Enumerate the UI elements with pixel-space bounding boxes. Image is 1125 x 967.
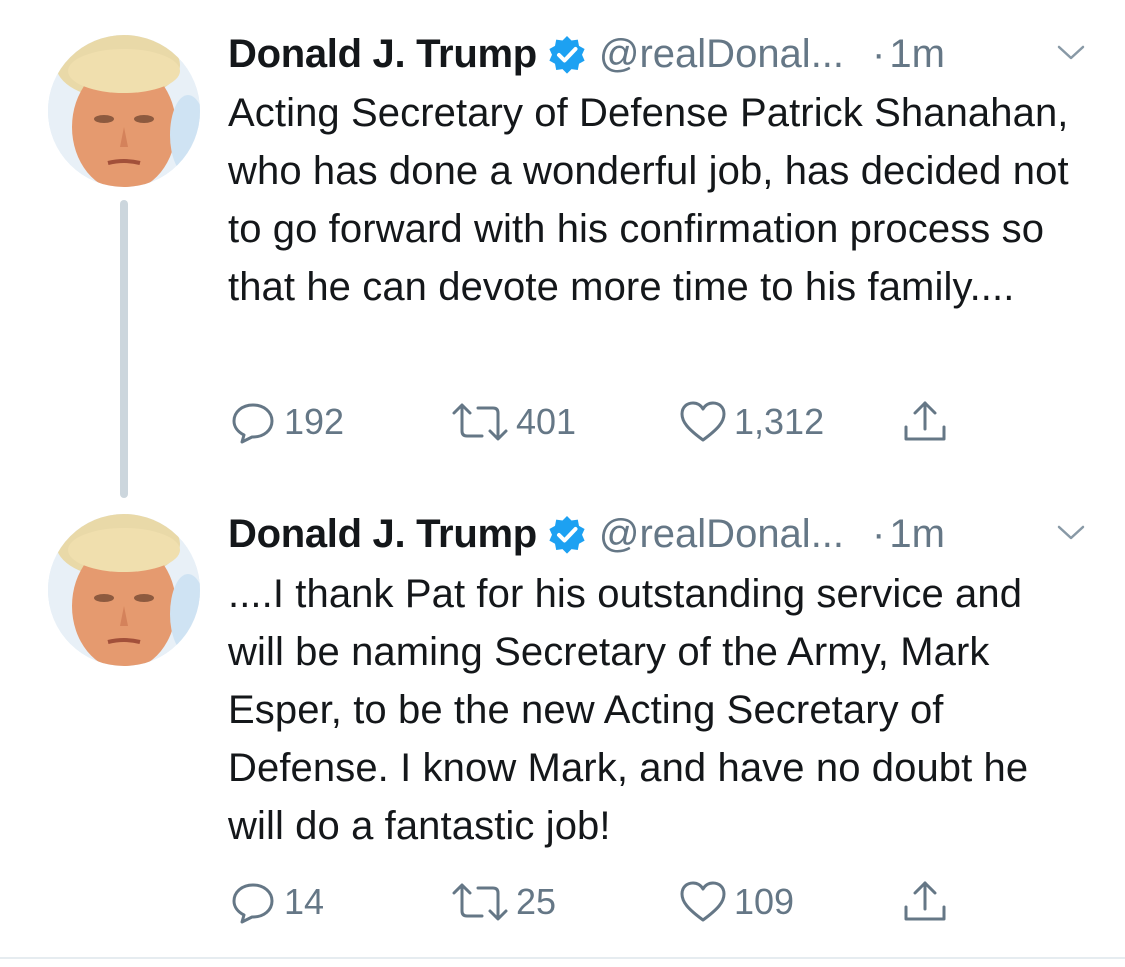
tweet-actions: 192 401 1,312 [228, 392, 968, 452]
author-name[interactable]: Donald J. Trump [228, 512, 537, 557]
like-count: 1,312 [734, 401, 825, 442]
divider [0, 957, 1125, 959]
verified-badge-icon [547, 34, 587, 74]
heart-icon [680, 881, 726, 922]
like-button[interactable]: 109 [678, 872, 794, 932]
separator-dot: · [872, 511, 886, 556]
retweet-button[interactable]: 25 [450, 872, 556, 932]
share-icon [904, 881, 946, 921]
retweet-icon [452, 403, 508, 441]
retweet-button[interactable]: 401 [450, 392, 576, 452]
tweet-header: Donald J. Trump @realDonal... · 1m [228, 28, 1088, 80]
tweet[interactable]: Donald J. Trump @realDonal... · 1m ....I… [0, 480, 1125, 967]
tweet[interactable]: Donald J. Trump @realDonal... · 1m Actin… [0, 0, 1125, 480]
author-handle[interactable]: @realDonal... [599, 32, 844, 77]
avatar[interactable] [48, 514, 200, 666]
reply-count: 192 [284, 401, 345, 442]
timestamp[interactable]: 1m [889, 32, 945, 77]
reply-icon [232, 883, 274, 924]
reply-icon [232, 403, 274, 444]
author-handle[interactable]: @realDonal... [599, 512, 844, 557]
verified-badge-icon [547, 514, 587, 554]
tweet-header: Donald J. Trump @realDonal... · 1m [228, 508, 1088, 560]
retweet-count: 401 [516, 401, 577, 442]
reply-count: 14 [284, 881, 325, 922]
retweet-icon [452, 883, 508, 921]
tweet-text: Acting Secretary of Defense Patrick Shan… [228, 91, 1069, 309]
tweet-text: ....I thank Pat for his outstanding serv… [228, 572, 1029, 848]
share-icon [904, 401, 946, 441]
reply-button[interactable]: 14 [228, 872, 324, 932]
author-name[interactable]: Donald J. Trump [228, 32, 537, 77]
like-count: 109 [734, 881, 795, 922]
share-button[interactable] [900, 392, 950, 452]
share-button[interactable] [900, 872, 950, 932]
avatar[interactable] [48, 35, 200, 187]
chevron-down-icon[interactable] [1056, 520, 1086, 544]
reply-button[interactable]: 192 [228, 392, 344, 452]
chevron-down-icon[interactable] [1056, 40, 1086, 64]
like-button[interactable]: 1,312 [678, 392, 824, 452]
timestamp[interactable]: 1m [889, 512, 945, 557]
separator-dot: · [872, 31, 886, 76]
heart-icon [680, 401, 726, 442]
tweet-actions: 14 25 109 [228, 872, 968, 932]
retweet-count: 25 [516, 881, 557, 922]
